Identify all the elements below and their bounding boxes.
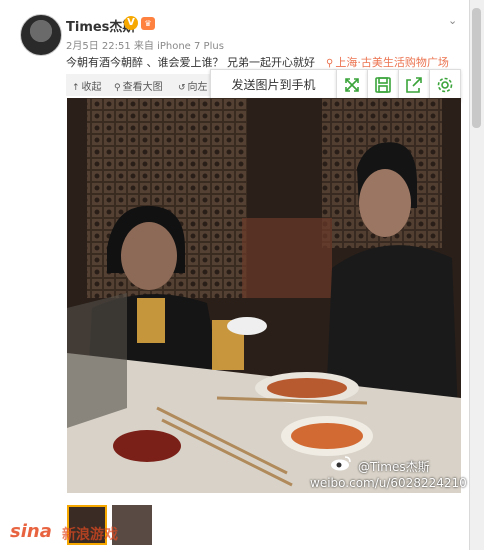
sina-logo: sina	[10, 521, 52, 542]
verified-icon: V	[124, 16, 138, 30]
magnifier-icon: ⚲	[114, 83, 121, 93]
avatar[interactable]	[20, 14, 62, 56]
chevron-down-icon[interactable]: ⌄	[448, 14, 457, 27]
share-icon	[406, 77, 422, 93]
fullscreen-button[interactable]	[336, 69, 368, 101]
weibo-post-card: Times杰斯 V ♛ ⌄ 2月5日 22:51 来自 iPhone 7 Plu…	[0, 0, 471, 550]
fullscreen-icon	[345, 78, 359, 92]
post-text: 今朝有酒今朝醉 、谁会爱上谁？ 兄弟一起开心就好	[66, 56, 315, 69]
weibo-logo-icon	[331, 456, 351, 471]
scrollbar[interactable]	[469, 0, 484, 550]
settings-button[interactable]	[429, 69, 461, 101]
save-button[interactable]	[367, 69, 399, 101]
rotate-left-icon: ↺	[178, 83, 186, 93]
save-icon	[375, 77, 391, 93]
watermark-url: weibo.com/u/6028224210	[310, 476, 467, 490]
restaurant-scene-image	[67, 98, 461, 493]
watermark-handle: @Times杰斯	[358, 460, 430, 474]
post-meta: 2月5日 22:51 来自 iPhone 7 Plus	[66, 41, 224, 52]
rotate-left-label: 向左	[187, 82, 208, 93]
post-photo[interactable]	[67, 98, 461, 493]
location-pin-icon: ⚲	[326, 58, 334, 69]
photo-watermark: @Times杰斯 weibo.com/u/6028224210	[310, 456, 467, 490]
collapse-label: 收起	[81, 82, 102, 93]
scrollbar-thumb[interactable]	[472, 8, 481, 128]
photo-thumbnail-2[interactable]	[112, 505, 152, 545]
member-crown-icon: ♛	[141, 17, 155, 30]
collapse-icon: ↑	[72, 83, 80, 93]
share-button[interactable]	[398, 69, 430, 101]
rotate-left-button[interactable]: ↺ 向左	[178, 78, 208, 93]
send-to-phone-button[interactable]: 发送图片到手机	[210, 69, 337, 101]
view-large-label: 查看大图	[122, 82, 163, 93]
view-large-button[interactable]: ⚲ 查看大图	[114, 78, 163, 93]
location-link[interactable]: ⚲ 上海·古美生活购物广场	[326, 54, 449, 70]
sina-games-label: 新浪游戏	[62, 527, 118, 543]
collapse-button[interactable]: ↑ 收起	[72, 78, 102, 93]
location-label: 上海·古美生活购物广场	[335, 56, 449, 69]
settings-icon	[437, 77, 453, 93]
